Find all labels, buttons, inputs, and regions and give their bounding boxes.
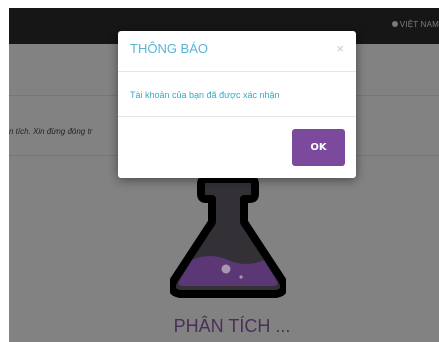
notification-dialog: THÔNG BÁO × Tài khoản của bạn đã được xá…	[118, 31, 356, 178]
page: VIỆT NAM n tích. Xin đừng đóng tr PHÂN T…	[0, 0, 439, 342]
flask-icon	[168, 175, 288, 301]
dialog-header: THÔNG BÁO ×	[118, 31, 356, 72]
left-edge	[0, 0, 9, 342]
close-icon[interactable]: ×	[336, 41, 344, 56]
dialog-body: Tài khoản của bạn đã được xác nhận	[118, 72, 356, 117]
ok-button[interactable]: OK	[292, 129, 345, 166]
dialog-message: Tài khoản của bạn đã được xác nhận	[130, 90, 280, 100]
dialog-title: THÔNG BÁO	[130, 41, 209, 56]
analysis-label: PHÂN TÍCH ...	[173, 316, 291, 336]
